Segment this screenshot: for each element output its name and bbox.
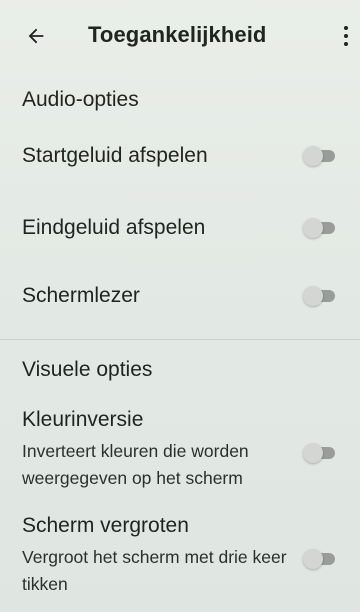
- screen-reader-switch[interactable]: [303, 286, 337, 306]
- setting-title: Eindgeluid afspelen: [22, 216, 206, 239]
- section-header-audio: Audio-opties: [22, 88, 139, 111]
- more-vert-icon: [344, 24, 348, 48]
- setting-summary: Inverteert kleuren die worden weergegeve…: [22, 441, 249, 488]
- setting-title: Kleurinversie: [22, 408, 144, 431]
- more-options-button[interactable]: [334, 18, 358, 54]
- app-bar: Toegankelijkheid: [0, 0, 360, 72]
- setting-title: Startgeluid afspelen: [22, 144, 208, 167]
- start-sound-switch[interactable]: [303, 146, 337, 166]
- setting-summary: Vergroot het scherm met drie keer tikken: [22, 547, 287, 594]
- magnification-switch[interactable]: [303, 549, 337, 569]
- setting-row-screen-reader[interactable]: Schermlezer: [0, 270, 360, 332]
- arrow-left-icon: [28, 28, 44, 44]
- section-divider: [0, 339, 360, 340]
- setting-row-start-sound[interactable]: Startgeluid afspelen: [0, 130, 360, 192]
- setting-title: Schermlezer: [22, 284, 140, 307]
- setting-row-end-sound[interactable]: Eindgeluid afspelen: [0, 200, 360, 262]
- color-inversion-switch[interactable]: [303, 443, 337, 463]
- section-header-visual: Visuele opties: [22, 358, 153, 381]
- back-button[interactable]: [18, 18, 54, 54]
- page-title: Toegankelijkheid: [88, 22, 267, 47]
- setting-row-magnification[interactable]: Scherm vergroten Vergroot het scherm met…: [0, 506, 360, 606]
- setting-row-color-inversion[interactable]: Kleurinversie Inverteert kleuren die wor…: [0, 398, 360, 498]
- setting-title: Scherm vergroten: [22, 514, 189, 537]
- end-sound-switch[interactable]: [303, 218, 337, 238]
- accessibility-settings-screen: Toegankelijkheid Audio-opties Startgelui…: [0, 0, 360, 612]
